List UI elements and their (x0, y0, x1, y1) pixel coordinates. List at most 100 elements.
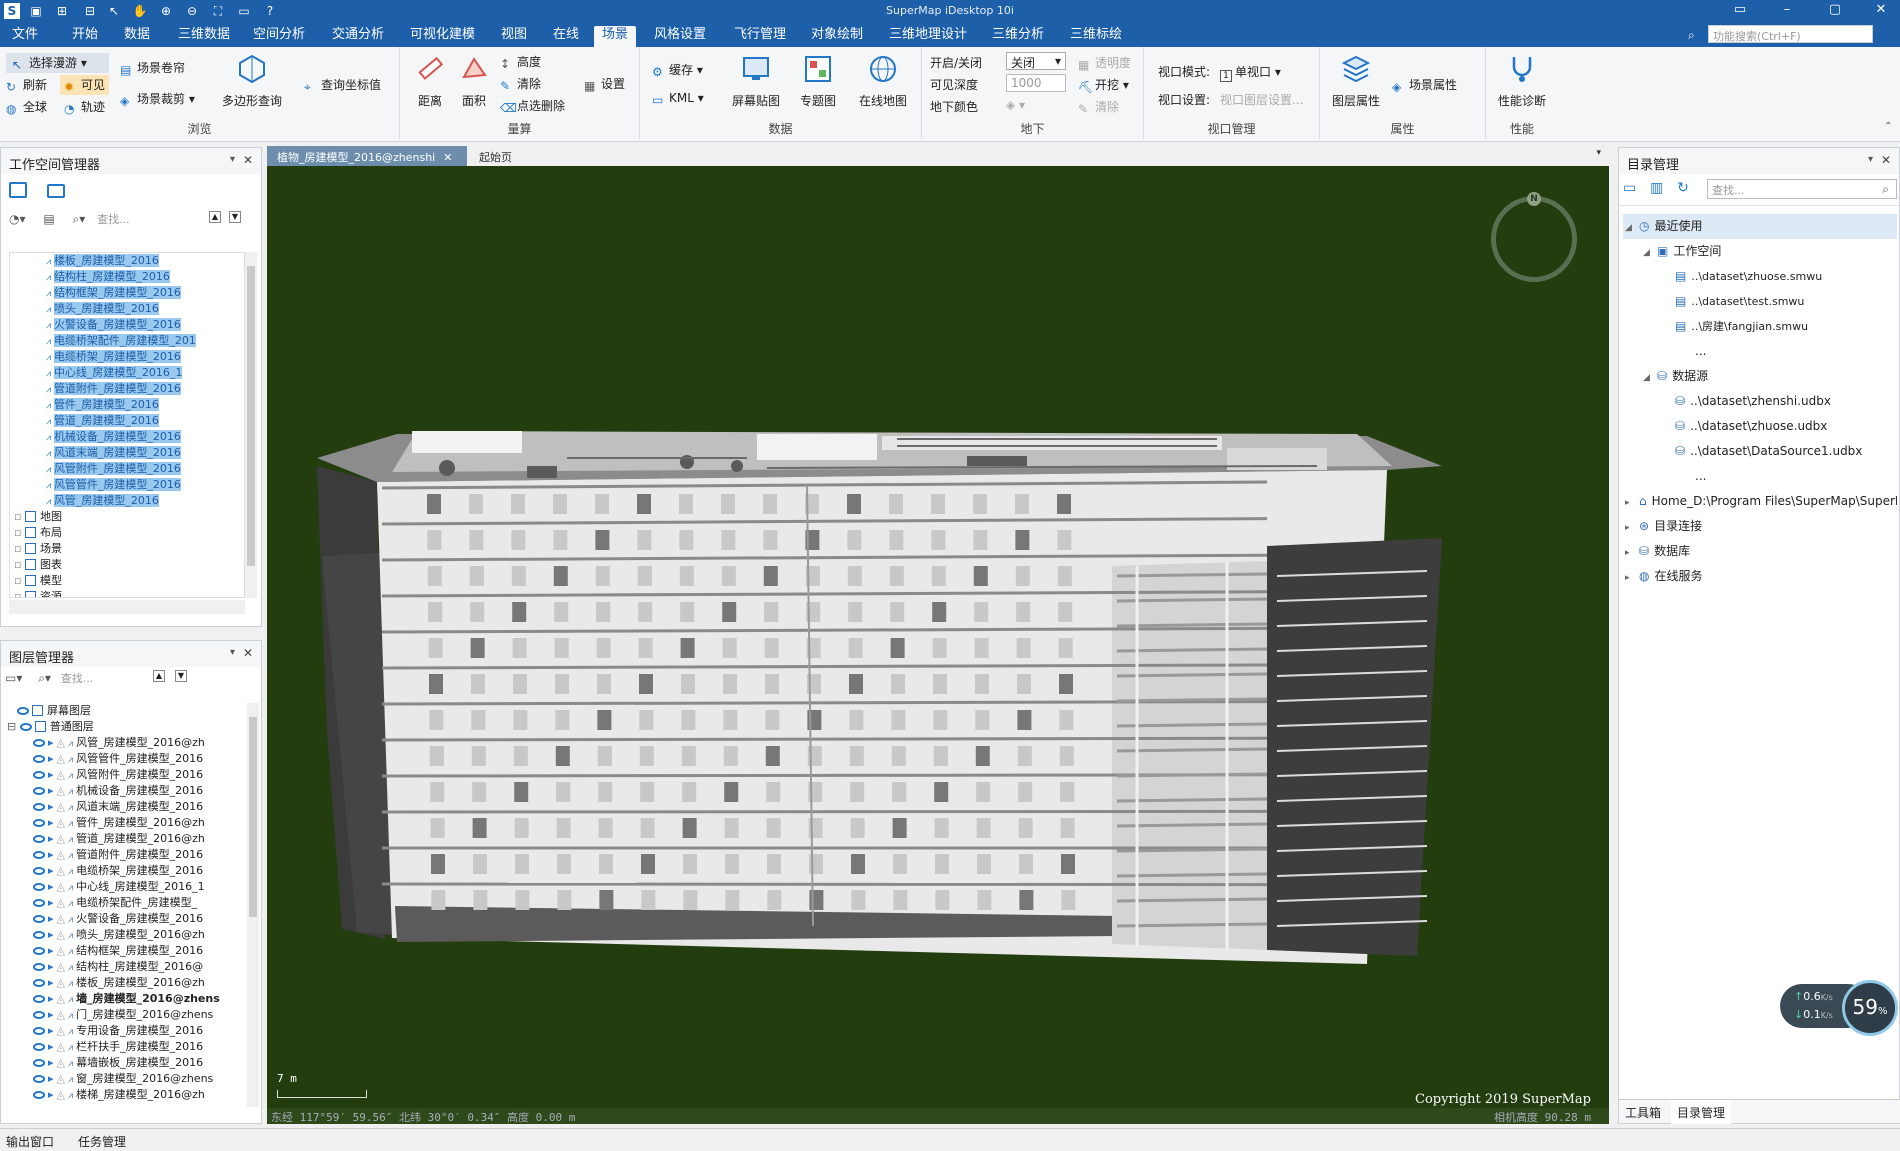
visibility-eye-icon[interactable] (33, 867, 45, 875)
expand-icon[interactable]: ▫ (14, 574, 25, 587)
menu-3d-geo-design[interactable]: 三维地理设计 (881, 26, 975, 47)
workspace-tree-item[interactable]: ⩘ 电缆桥架_房建模型_2016 (10, 349, 244, 365)
selectable-icon[interactable]: ▸ (48, 864, 54, 877)
layer-item[interactable]: ▸ ◬ ⩘ 结构框架_房建模型_2016 (3, 943, 247, 959)
layer-item[interactable]: ▸ ◬ ⩘ 窗_房建模型_2016@zhens (3, 1071, 247, 1087)
selectable-icon[interactable]: ▸ (48, 736, 54, 749)
pin-icon[interactable]: ▾ (1868, 154, 1873, 165)
catalog-datasource-file[interactable]: ⛁ ..\dataset\DataSource1.udbx (1623, 439, 1897, 464)
workspace-tree-item[interactable]: ⩘ 风管附件_房建模型_2016 (10, 461, 244, 477)
selectable-icon[interactable]: ▸ (48, 784, 54, 797)
catalog-database[interactable]: ▸ ⛁ 数据库 (1623, 539, 1897, 564)
track-button[interactable]: ◔ 轨迹 (64, 98, 105, 116)
arrow-up-icon[interactable]: ▲ (209, 211, 221, 223)
layer-item[interactable]: ▸ ◬ ⩘ 喷头_房建模型_2016@zh (3, 927, 247, 943)
menu-flight[interactable]: 飞行管理 (726, 26, 794, 47)
selectable-icon[interactable]: ▸ (48, 992, 54, 1005)
menu-view[interactable]: 视图 (493, 26, 535, 47)
close-icon[interactable]: ✕ (243, 646, 253, 660)
visibility-eye-icon[interactable] (33, 931, 45, 939)
open-icon[interactable]: ⊟ (82, 3, 98, 19)
selectable-icon[interactable]: ▸ (48, 960, 54, 973)
workspace-node-1[interactable]: ▫ 布局 (10, 525, 244, 541)
editable-icon[interactable]: ◬ (57, 1072, 65, 1085)
workspace-tree-item[interactable]: ⩘ 火警设备_房建模型_2016 (10, 317, 244, 333)
selectable-icon[interactable]: ▸ (48, 1024, 54, 1037)
screen-paste-button[interactable]: 屏幕贴图 (724, 53, 788, 109)
editable-icon[interactable]: ◬ (57, 832, 65, 845)
layer-item[interactable]: ▸ ◬ ⩘ 楼梯_房建模型_2016@zh (3, 1087, 247, 1103)
maximize-button[interactable]: ▢ (1820, 2, 1850, 17)
task-manager-tab[interactable]: 任务管理 (78, 1133, 126, 1150)
scene-properties-button[interactable]: ◈ 场景属性 (1392, 76, 1457, 94)
selectable-icon[interactable]: ▸ (48, 832, 54, 845)
workspace-node-0[interactable]: ▫ 地图 (10, 509, 244, 525)
layer-group-screen-layer[interactable]: 屏幕图层 (3, 703, 247, 719)
editable-icon[interactable]: ◬ (57, 1024, 65, 1037)
pin-icon[interactable]: ▾ (230, 647, 235, 658)
layer-item[interactable]: ▸ ◬ ⩘ 机械设备_房建模型_2016 (3, 783, 247, 799)
layer-item[interactable]: ▸ ◬ ⩘ 管道_房建模型_2016@zh (3, 831, 247, 847)
catalog-home[interactable]: ▸ ⌂ Home_D:\Program Files\SuperMap\SuperM… (1623, 489, 1897, 514)
editable-icon[interactable]: ◬ (57, 1040, 65, 1053)
workspace-tree-item[interactable]: ⩘ 喷头_房建模型_2016 (10, 301, 244, 317)
catalog-workspace[interactable]: ◢ ▣ 工作空间 (1623, 239, 1897, 264)
visibility-eye-icon[interactable] (33, 915, 45, 923)
scene-clip-button[interactable]: ◈ 场景裁剪 ▾ (120, 90, 195, 108)
tab-toolbox[interactable]: 工具箱 (1625, 1104, 1661, 1121)
selectable-icon[interactable]: ▸ (48, 944, 54, 957)
catalog-directory-connection[interactable]: ▸ ⊛ 目录连接 (1623, 514, 1897, 539)
layer-item[interactable]: ▸ ◬ ⩘ 专用设备_房建模型_2016 (3, 1023, 247, 1039)
selectable-icon[interactable]: ▸ (48, 1072, 54, 1085)
expand-icon[interactable]: ▸ (1625, 541, 1639, 566)
collapse-ribbon-icon[interactable]: ⌃ (1884, 121, 1892, 132)
layer-item[interactable]: ▸ ◬ ⩘ 风管附件_房建模型_2016 (3, 767, 247, 783)
cache-button[interactable]: ⚙ 缓存 ▾ (652, 61, 703, 79)
arrow-down-icon[interactable]: ▼ (175, 670, 187, 682)
visibility-eye-icon[interactable] (33, 979, 45, 987)
pick-delete-button[interactable]: ⌫点选删除 (500, 97, 565, 115)
layer-item[interactable]: ▸ ◬ ⩘ 电缆桥架_房建模型_2016 (3, 863, 247, 879)
visibility-eye-icon[interactable] (33, 963, 45, 971)
catalog-search-input[interactable]: 查找... (1707, 179, 1897, 199)
scene-roller-button[interactable]: ▤ 场景卷帘 (120, 59, 185, 77)
visibility-eye-icon[interactable] (33, 835, 45, 843)
collapse-icon[interactable]: ◢ (1625, 216, 1639, 241)
editable-icon[interactable]: ◬ (57, 752, 65, 765)
menu-traffic-analysis[interactable]: 交通分析 (324, 26, 392, 47)
workspace-node-4[interactable]: ▫ 模型 (10, 573, 244, 589)
selectable-icon[interactable]: ▸ (48, 848, 54, 861)
catalog-datasource-file[interactable]: ⛁ ..\dataset\zhenshi.udbx (1623, 389, 1897, 414)
query-coord-button[interactable]: ⌖ 查询坐标值 (304, 76, 381, 94)
catalog-ds-more[interactable]: ... (1623, 464, 1897, 489)
layer-group-normal-layer[interactable]: ⊟ 普通图层 (3, 719, 247, 735)
clear-measure-button[interactable]: ✎ 清除 (500, 75, 541, 93)
close-icon[interactable]: ✕ (243, 153, 253, 167)
workspace-scrollbar[interactable] (245, 252, 257, 598)
workspace-search-input[interactable]: 查找... (97, 213, 130, 226)
visibility-eye-icon[interactable] (33, 1011, 45, 1019)
menu-3d-data[interactable]: 三维数据 (170, 26, 238, 47)
workspace-tree-item[interactable]: ⩘ 管件_房建模型_2016 (10, 397, 244, 413)
editable-icon[interactable]: ◬ (57, 848, 65, 861)
close-icon[interactable]: ✕ (443, 151, 452, 164)
workspace-tree-item[interactable]: ⩘ 管道_房建模型_2016 (10, 413, 244, 429)
editable-icon[interactable]: ◬ (57, 736, 65, 749)
select-roam-button[interactable]: ↖ 选择漫游 ▾ (6, 53, 109, 73)
compass-icon[interactable]: N (1491, 192, 1577, 282)
clear-excavate-button[interactable]: ✎ 清除 (1078, 98, 1119, 116)
editable-icon[interactable]: ◬ (57, 992, 65, 1005)
menu-online[interactable]: 在线 (545, 26, 587, 47)
layer-item[interactable]: ▸ ◬ ⩘ 栏杆扶手_房建模型_2016 (3, 1039, 247, 1055)
selectable-icon[interactable]: ▸ (48, 880, 54, 893)
catalog-datasource[interactable]: ◢ ⛁ 数据源 (1623, 364, 1897, 389)
menu-object-draw[interactable]: 对象绘制 (803, 26, 871, 47)
selectable-icon[interactable]: ▸ (48, 1056, 54, 1069)
layer-scrollbar[interactable] (247, 703, 259, 1107)
refresh-button[interactable]: ↻ 刷新 (6, 76, 47, 94)
editable-icon[interactable]: ◬ (57, 864, 65, 877)
function-search-input[interactable]: 功能搜索(Ctrl+F) (1708, 25, 1873, 43)
full-extent-icon[interactable]: ⛶ (210, 3, 226, 19)
menu-style[interactable]: 风格设置 (646, 26, 714, 47)
ground-color-picker[interactable]: ◈ ▾ (1006, 98, 1025, 112)
